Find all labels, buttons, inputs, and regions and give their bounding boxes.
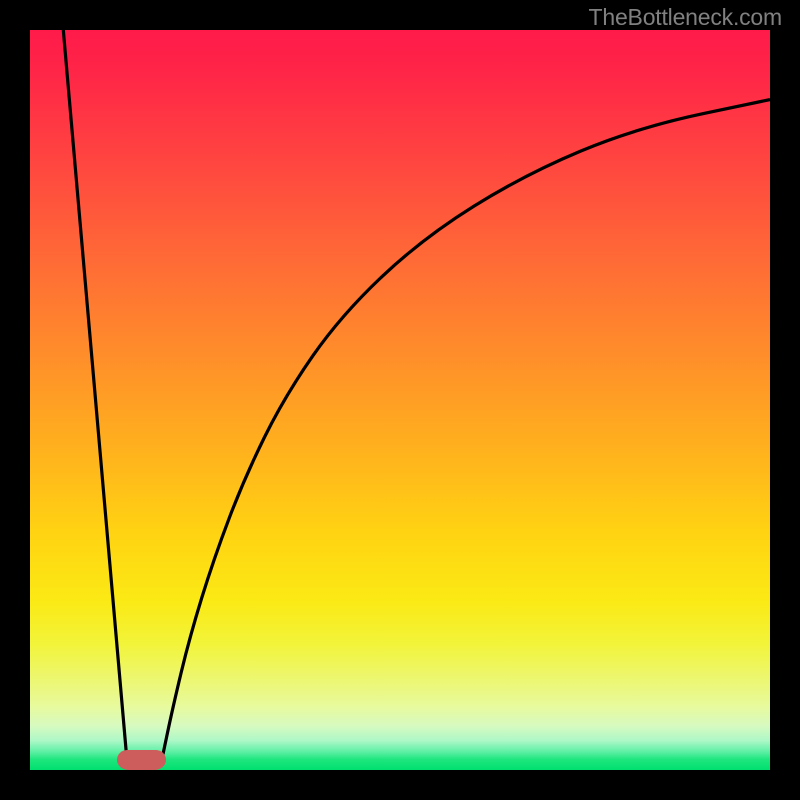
curve-path [63,30,770,760]
chart-root: TheBottleneck.com [0,0,800,800]
plot-area [30,30,770,770]
watermark-text: TheBottleneck.com [589,4,782,31]
bottleneck-curve [30,30,770,770]
optimal-marker [117,750,166,770]
